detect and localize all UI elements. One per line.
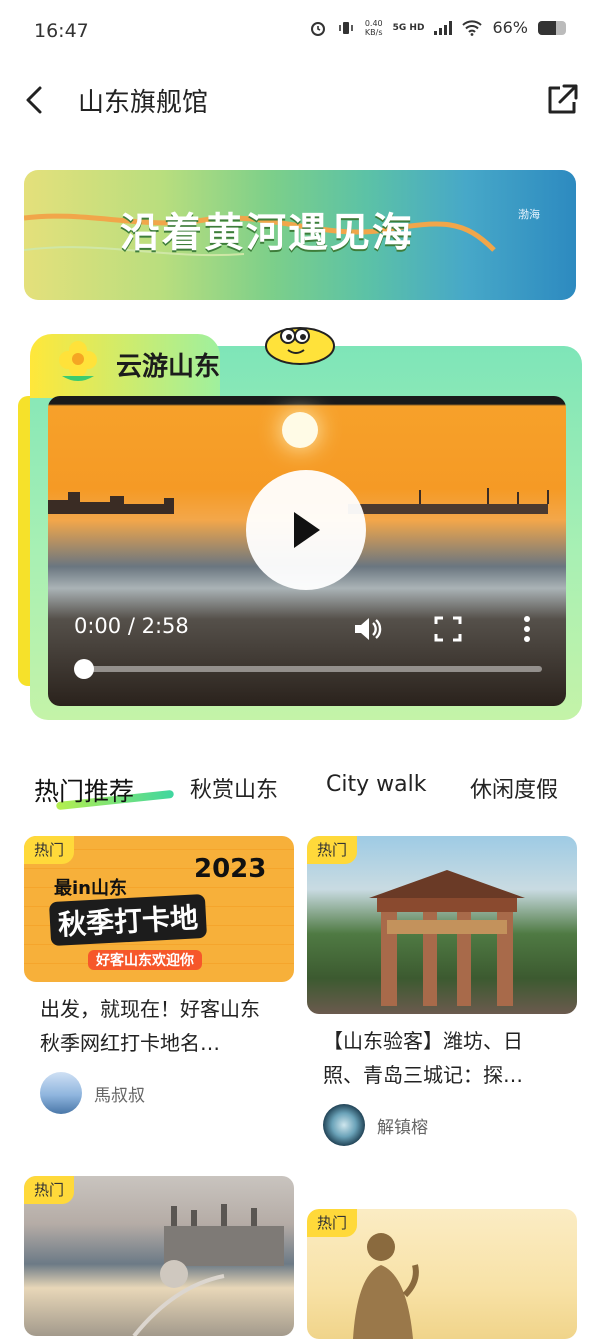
poster-line3: 好客山东欢迎你 (88, 950, 202, 970)
alarm-icon (310, 21, 325, 36)
network-label: 5G HD (392, 22, 425, 33)
battery-percent: 66% (492, 18, 528, 37)
play-icon (294, 512, 320, 548)
memorial-arch-graphic (369, 870, 525, 1006)
tab-autumn-shandong[interactable]: 秋赏山东 (190, 772, 278, 804)
hot-badge: 热门 (307, 1209, 358, 1237)
app-header: 山东旗舰馆 (0, 64, 600, 136)
card-image: 2023 最in山东 秋季打卡地 好客山东欢迎你 热门 (24, 836, 294, 982)
card-title: 出发，就现在！好客山东秋季网红打卡地名… (40, 997, 260, 1055)
battery-icon (538, 20, 566, 35)
status-bar: 16:47 0.40 KB/s 5G HD 66% (0, 0, 600, 64)
hot-badge: 热门 (24, 836, 75, 864)
battery-fill (538, 20, 557, 35)
avatar (323, 1104, 365, 1146)
page-title: 山东旗舰馆 (78, 88, 209, 118)
banner-sea-label: 渤海 (518, 208, 540, 221)
card-image: 热门 (307, 836, 577, 1014)
buddha-statue-graphic (353, 1233, 419, 1339)
play-button[interactable] (246, 470, 366, 590)
sunset-sun (282, 412, 318, 448)
author-name: 馬叔叔 (94, 1085, 145, 1106)
status-time: 16:47 (34, 20, 89, 42)
tab-hot-recommend[interactable]: 热门推荐 (34, 772, 134, 808)
category-tabs: 热门推荐 秋赏山东 City walk 休闲度假 (0, 760, 600, 816)
tour-title: 云游山东 (116, 352, 221, 382)
article-card[interactable]: 2023 最in山东 秋季打卡地 好客山东欢迎你 热门 出发，就现在！好客山东秋… (24, 836, 294, 1114)
volume-icon[interactable] (352, 614, 382, 644)
article-card[interactable]: 热门 (307, 1209, 577, 1339)
card-author[interactable]: 馬叔叔 (40, 1072, 294, 1114)
net-speed-value: 0.40 (364, 18, 383, 28)
yellow-river-banner[interactable]: 沿着黄河遇见海 渤海 (24, 170, 576, 300)
poster-year: 2023 (194, 854, 267, 884)
video-player[interactable]: 0:00 / 2:58 (48, 396, 566, 706)
cloud-tour-card: 云游山东 0:00 / 2:58 (18, 322, 584, 724)
article-card[interactable]: 热门 (24, 1176, 294, 1336)
card-image: 热门 (307, 1209, 577, 1339)
fullscreen-icon[interactable] (434, 616, 462, 642)
tab-leisure[interactable]: 休闲度假 (470, 772, 558, 804)
share-icon[interactable] (544, 82, 580, 118)
hot-badge: 热门 (307, 836, 358, 864)
tab-city-walk[interactable]: City walk (326, 772, 426, 797)
hot-badge: 热门 (24, 1176, 75, 1204)
flower-icon (59, 341, 97, 381)
net-speed: 0.40 KB/s (365, 19, 383, 37)
card-title: 【山东验客】潍坊、日照、青岛三城记：探… (323, 1029, 523, 1087)
coastal-city-graphic (132, 1204, 284, 1336)
more-options-icon[interactable] (522, 614, 532, 644)
card-image: 热门 (24, 1176, 294, 1336)
avatar (40, 1072, 82, 1114)
card-author[interactable]: 解镇榕 (323, 1104, 577, 1146)
back-arrow-icon[interactable] (20, 80, 52, 120)
article-card[interactable]: 热门 【山东验客】潍坊、日照、青岛三城记：探… 解镇榕 (307, 836, 577, 1146)
banner-title: 沿着黄河遇见海 (120, 209, 414, 256)
video-time: 0:00 / 2:58 (74, 614, 189, 638)
vibrate-icon (339, 21, 353, 34)
wifi-icon (462, 19, 483, 36)
net-speed-unit: KB/s (364, 27, 383, 37)
smiley-sticker-icon (265, 327, 335, 365)
video-progress-knob[interactable] (74, 659, 94, 679)
status-icons: 0.40 KB/s 5G HD 66% (309, 18, 566, 37)
video-progress-track[interactable] (82, 666, 542, 672)
autumn-poster-graphic: 2023 最in山东 秋季打卡地 好客山东欢迎你 (48, 854, 280, 970)
poster-line1: 最in山东 (54, 878, 127, 899)
signal-icon (434, 20, 453, 35)
poster-line2: 秋季打卡地 (48, 893, 208, 947)
author-name: 解镇榕 (377, 1117, 428, 1138)
